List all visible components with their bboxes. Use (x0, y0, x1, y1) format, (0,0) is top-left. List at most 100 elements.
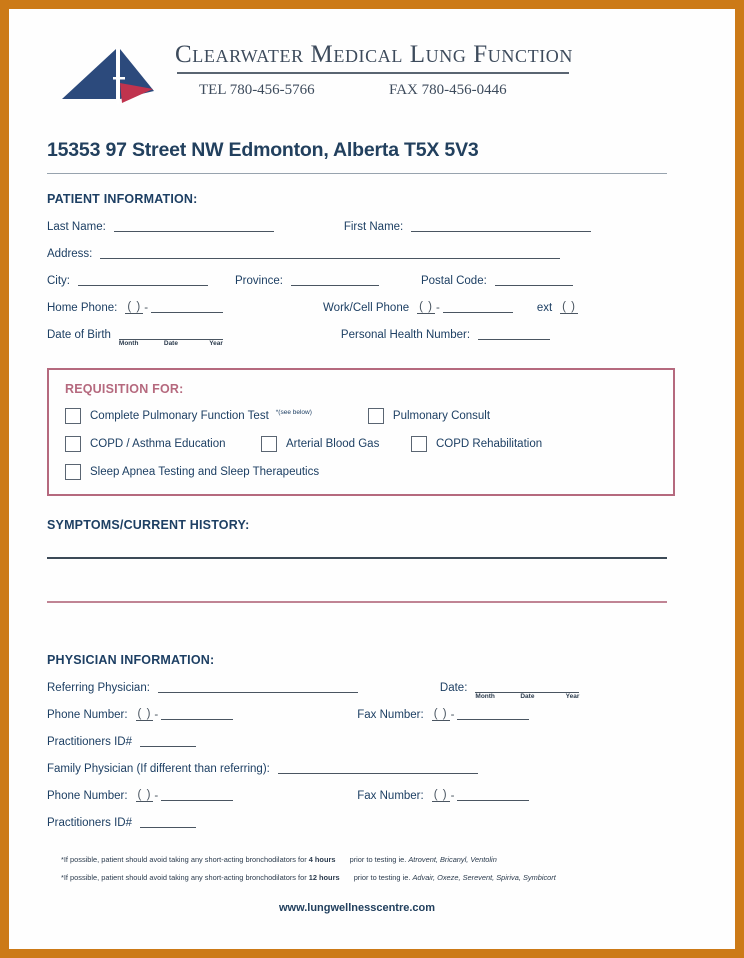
physician-date-field: Month Date Year (475, 681, 580, 700)
physician-phone-area-code[interactable]: ( ) (135, 708, 154, 721)
first-name-input[interactable] (411, 220, 592, 232)
row-practitioner-id: Practitioners ID# (47, 735, 697, 748)
city-input[interactable] (78, 274, 208, 286)
footnote-tail-text: prior to testing ie. (349, 855, 407, 864)
symptoms-line-2[interactable] (47, 601, 667, 603)
physician-date-input[interactable] (475, 681, 580, 693)
telephone-number: 780-456-5766 (229, 81, 315, 98)
family-fax-dash: - (450, 790, 455, 802)
symptoms-heading: SYMPTOMS/CURRENT HISTORY: (47, 518, 250, 532)
work-phone-input[interactable] (442, 301, 513, 313)
requisition-option-sleep-apnea-testing[interactable]: Sleep Apnea Testing and Sleep Therapeuti… (65, 464, 319, 480)
extension-label: ext (536, 302, 553, 314)
extension-input[interactable]: ( ) (560, 301, 579, 314)
physician-fax-area-code[interactable]: ( ) (431, 708, 450, 721)
province-label: Province: (235, 275, 283, 287)
province-input[interactable] (290, 274, 379, 286)
website-url[interactable]: www.lungwellnesscentre.com (47, 902, 667, 914)
postal-code-label: Postal Code: (420, 275, 487, 287)
family-practitioner-id-label: Practitioners ID# (47, 817, 133, 829)
family-fax-input[interactable] (457, 789, 530, 801)
work-phone-label: Work/Cell Phone (323, 302, 410, 314)
personal-health-number-input[interactable] (478, 328, 551, 340)
row-family-phone-fax: Phone Number: ( ) - Fax Number: ( ) - (47, 789, 697, 802)
symptoms-line-1[interactable] (47, 557, 667, 559)
physician-date-sublabels: Month Date Year (475, 693, 579, 700)
footnote-drug-list: Advair, Oxeze, Serevent, Spiriva, Symbic… (412, 873, 556, 882)
referring-physician-label: Referring Physician: (47, 682, 150, 694)
footnotes: *If possible, patient should avoid takin… (47, 855, 697, 882)
practitioner-id-label: Practitioners ID# (47, 736, 133, 748)
requisition-option-label: Arterial Blood Gas (286, 438, 380, 450)
requisition-option-complete-pulmonary-function-test[interactable]: Complete Pulmonary Function Test *(see b… (65, 408, 312, 424)
physician-information-heading: PHYSICIAN INFORMATION: (47, 653, 215, 667)
checkbox-icon[interactable] (411, 436, 427, 452)
sailboat-logo (62, 48, 154, 104)
personal-health-number-label: Personal Health Number: (340, 329, 471, 341)
telephone-entry: TEL 780-456-5766 (199, 82, 389, 99)
physician-phone-label: Phone Number: (47, 709, 128, 721)
checkbox-icon[interactable] (65, 408, 81, 424)
date-of-birth-sublabels: Month Date Year (119, 340, 223, 347)
address-input[interactable] (100, 247, 561, 259)
footnote-lead-text: *If possible, patient should avoid takin… (61, 855, 307, 864)
requisition-option-pulmonary-consult[interactable]: Pulmonary Consult (367, 408, 490, 424)
family-fax-area-code[interactable]: ( ) (431, 789, 450, 802)
requisition-row-3: Sleep Apnea Testing and Sleep Therapeuti… (65, 464, 657, 480)
title-block: Clearwater Medical Lung Function TEL 780… (169, 41, 697, 99)
title-divider (177, 71, 569, 74)
referring-physician-input[interactable] (157, 681, 358, 693)
fax-number: 780-456-0446 (421, 81, 507, 98)
postal-code-input[interactable] (494, 274, 573, 286)
checkbox-icon[interactable] (367, 408, 384, 424)
requisition-option-note: *(see below) (275, 409, 312, 416)
physician-fax-input[interactable] (457, 708, 530, 720)
row-name: Last Name: First Name: (47, 220, 697, 233)
checkbox-icon[interactable] (261, 436, 277, 452)
footer: www.lungwellnesscentre.com (47, 902, 697, 920)
letterhead: Clearwater Medical Lung Function TEL 780… (47, 41, 697, 109)
footnote-12-hours: *If possible, patient should avoid takin… (61, 873, 697, 882)
checkbox-icon[interactable] (65, 464, 81, 480)
checkbox-icon[interactable] (65, 436, 81, 452)
home-phone-input[interactable] (151, 301, 224, 313)
telephone-label: TEL (199, 81, 226, 98)
requisition-option-label: Complete Pulmonary Function Test (90, 410, 269, 422)
dob-month-label: Month (118, 340, 139, 347)
family-physician-input[interactable] (277, 762, 478, 774)
address-divider (47, 173, 667, 174)
home-phone-area-code[interactable]: ( ) (125, 301, 144, 314)
home-phone-label: Home Phone: (47, 302, 118, 314)
family-practitioner-id-input[interactable] (140, 816, 197, 828)
form-page: Clearwater Medical Lung Function TEL 780… (0, 0, 744, 958)
footnote-hours-value: 12 hours (308, 873, 340, 882)
practitioner-id-input[interactable] (140, 735, 197, 747)
date-of-birth-input[interactable] (118, 328, 223, 340)
family-fax-label: Fax Number: (357, 790, 424, 802)
requisition-option-label: COPD / Asthma Education (90, 438, 226, 450)
footnote-tail-text: prior to testing ie. (353, 873, 411, 882)
last-name-label: Last Name: (47, 221, 106, 233)
work-phone-dash: - (435, 302, 440, 314)
address-label: Address: (47, 248, 93, 260)
last-name-input[interactable] (113, 220, 274, 232)
family-phone-area-code[interactable]: ( ) (135, 789, 154, 802)
requisition-box: REQUISITION FOR: Complete Pulmonary Func… (47, 368, 675, 496)
footnote-lead-text: *If possible, patient should avoid takin… (61, 873, 307, 882)
dob-year-label: Year (209, 340, 223, 347)
row-address: Address: (47, 247, 697, 260)
date-of-birth-field: Month Date Year (118, 328, 223, 347)
first-name-label: First Name: (343, 221, 404, 233)
requisition-row-1: Complete Pulmonary Function Test *(see b… (65, 408, 657, 424)
requisition-option-arterial-blood-gas[interactable]: Arterial Blood Gas (261, 436, 411, 452)
physician-phone-input[interactable] (161, 708, 234, 720)
fax-entry: FAX 780-456-0446 (389, 82, 507, 99)
fax-label: FAX (389, 81, 418, 98)
work-phone-area-code[interactable]: ( ) (417, 301, 435, 314)
family-phone-input[interactable] (161, 789, 234, 801)
row-referring-physician: Referring Physician: Date: Month Date Ye… (47, 681, 697, 700)
clinic-address: 15353 97 Street NW Edmonton, Alberta T5X… (47, 139, 479, 161)
requisition-option-copd-asthma-education[interactable]: COPD / Asthma Education (65, 436, 261, 452)
row-physician-phone-fax: Phone Number: ( ) - Fax Number: ( ) - (47, 708, 697, 721)
requisition-option-copd-rehabilitation[interactable]: COPD Rehabilitation (411, 436, 542, 452)
